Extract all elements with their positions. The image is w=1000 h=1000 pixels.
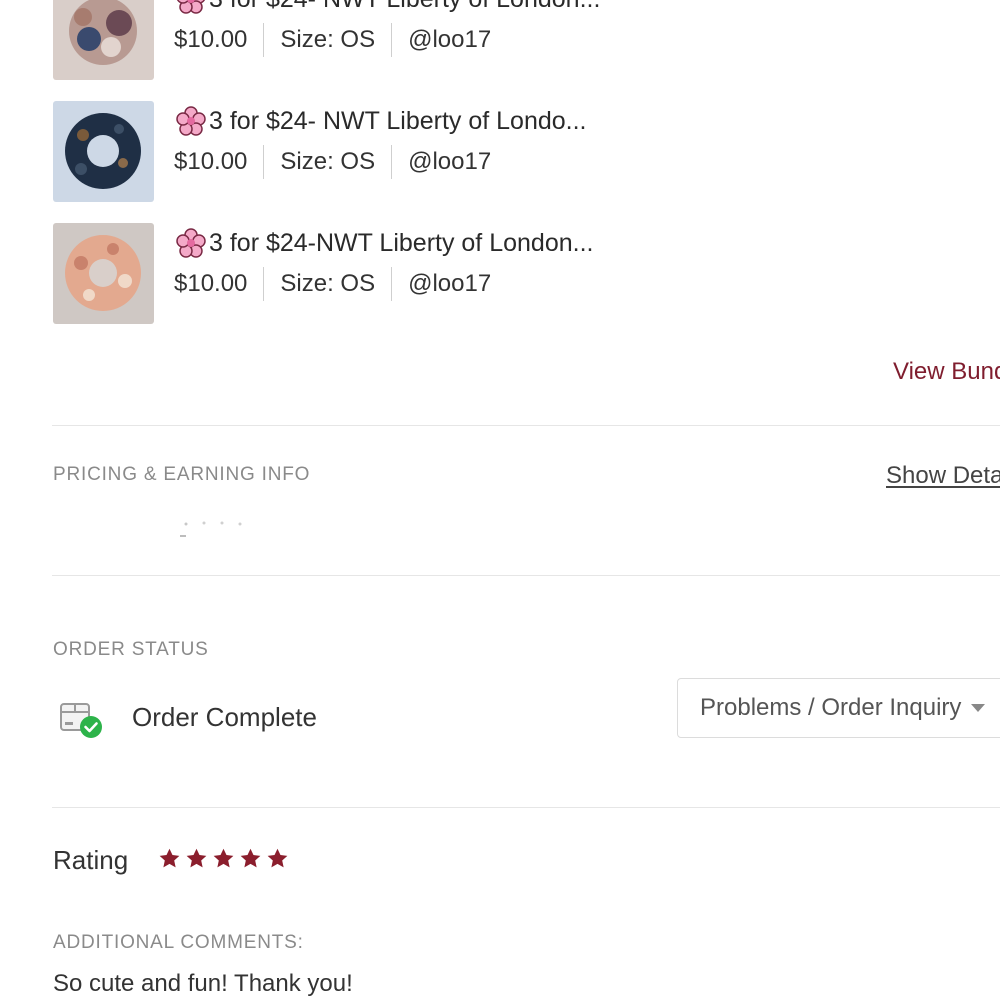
- item-seller[interactable]: @loo17: [408, 144, 491, 180]
- star-icon: [267, 848, 288, 868]
- item-thumbnail[interactable]: [53, 223, 154, 324]
- divider: [263, 267, 265, 301]
- item-price: $10.00: [174, 270, 248, 297]
- item-seller[interactable]: @loo17: [408, 22, 491, 58]
- item-seller[interactable]: @loo17: [408, 266, 491, 302]
- item-title[interactable]: 3 for $24- NWT Liberty of London...: [175, 0, 600, 15]
- item-title[interactable]: 3 for $24- NWT Liberty of Londo...: [175, 105, 587, 137]
- item-price: $10.00: [174, 148, 248, 175]
- divider: [52, 425, 1000, 426]
- item-meta: $10.00 Size: OS @loo17: [174, 266, 491, 302]
- item-size: Size: OS: [280, 26, 376, 53]
- rating-stars: [158, 847, 289, 870]
- scrunchie-image: [53, 101, 154, 202]
- list-item[interactable]: 3 for $24- NWT Liberty of Londo... $10.0…: [53, 101, 1000, 203]
- scrunchie-image: [53, 0, 154, 80]
- order-status-label: ORDER STATUS: [53, 639, 209, 660]
- list-item[interactable]: 3 for $24-NWT Liberty of London... $10.0…: [53, 223, 1000, 325]
- order-status-text: Order Complete: [132, 702, 317, 732]
- divider: [391, 23, 393, 57]
- order-inquiry-label: Problems / Order Inquiry: [700, 694, 962, 721]
- cherry-blossom-icon: [176, 0, 206, 14]
- chevron-down-icon: [971, 704, 986, 712]
- additional-comments-label: ADDITIONAL COMMENTS:: [53, 932, 304, 953]
- item-meta: $10.00 Size: OS @loo17: [174, 144, 491, 180]
- divider: [263, 145, 265, 179]
- order-inquiry-dropdown[interactable]: Problems / Order Inquiry: [677, 678, 1000, 738]
- view-bundle-link[interactable]: View Bund: [893, 358, 1000, 386]
- comment-text: So cute and fun! Thank you!: [53, 970, 353, 997]
- item-thumbnail[interactable]: [53, 0, 154, 80]
- faint-text-residue: [180, 521, 242, 537]
- star-icon: [240, 848, 261, 868]
- divider: [52, 807, 1000, 808]
- divider: [263, 23, 265, 57]
- item-size: Size: OS: [280, 148, 376, 175]
- cherry-blossom-icon: [176, 228, 206, 258]
- list-item[interactable]: 3 for $24- NWT Liberty of London... $10.…: [53, 0, 1000, 81]
- item-title[interactable]: 3 for $24-NWT Liberty of London...: [175, 227, 593, 259]
- rating-label: Rating: [53, 845, 129, 875]
- divider: [391, 145, 393, 179]
- order-details-page: 3 for $24- NWT Liberty of London... $10.…: [0, 0, 1000, 1000]
- star-icon: [186, 848, 207, 868]
- item-price: $10.00: [174, 26, 248, 53]
- item-thumbnail[interactable]: [53, 101, 154, 202]
- item-meta: $10.00 Size: OS @loo17: [174, 22, 491, 58]
- item-size: Size: OS: [280, 270, 376, 297]
- divider: [391, 267, 393, 301]
- show-details-link[interactable]: Show Deta: [886, 462, 1000, 490]
- cherry-blossom-icon: [176, 106, 206, 136]
- star-icon: [159, 848, 180, 868]
- divider: [52, 575, 1000, 576]
- scrunchie-image: [53, 223, 154, 324]
- pricing-section-label: PRICING & EARNING INFO: [53, 464, 311, 485]
- package-check-icon: [60, 703, 102, 738]
- star-icon: [213, 848, 234, 868]
